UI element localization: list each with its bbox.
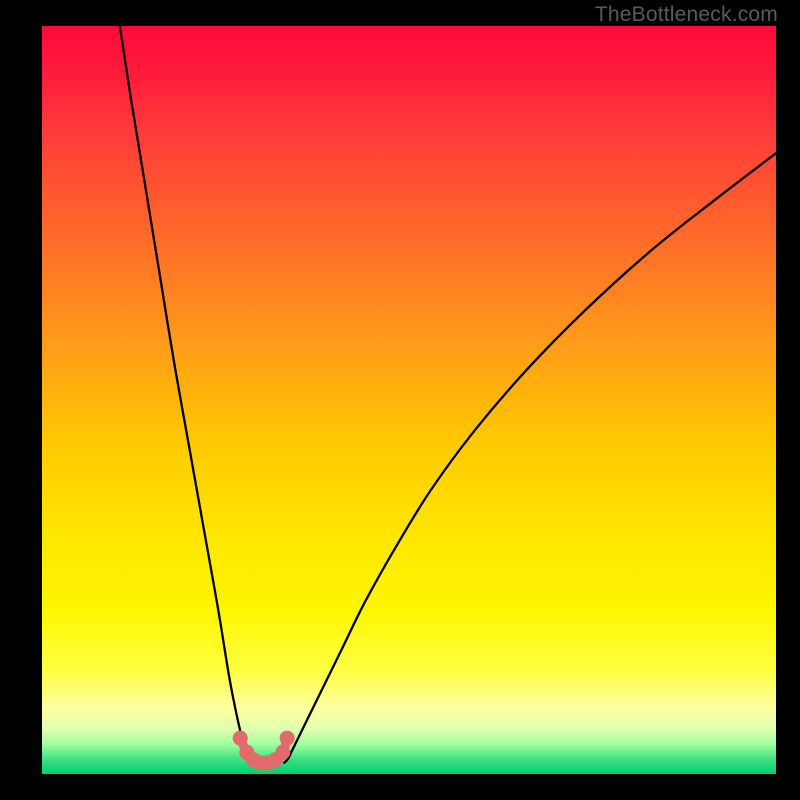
- valley-dot: [280, 731, 295, 746]
- valley-dot: [275, 745, 290, 760]
- chart-frame: TheBottleneck.com: [0, 0, 800, 800]
- curve-left: [120, 26, 254, 763]
- valley-dot: [233, 731, 248, 746]
- plot-area: [42, 26, 776, 774]
- curve-right: [284, 153, 776, 763]
- curve-layer: [42, 26, 776, 774]
- watermark-text: TheBottleneck.com: [595, 3, 778, 27]
- valley-dots: [233, 731, 295, 771]
